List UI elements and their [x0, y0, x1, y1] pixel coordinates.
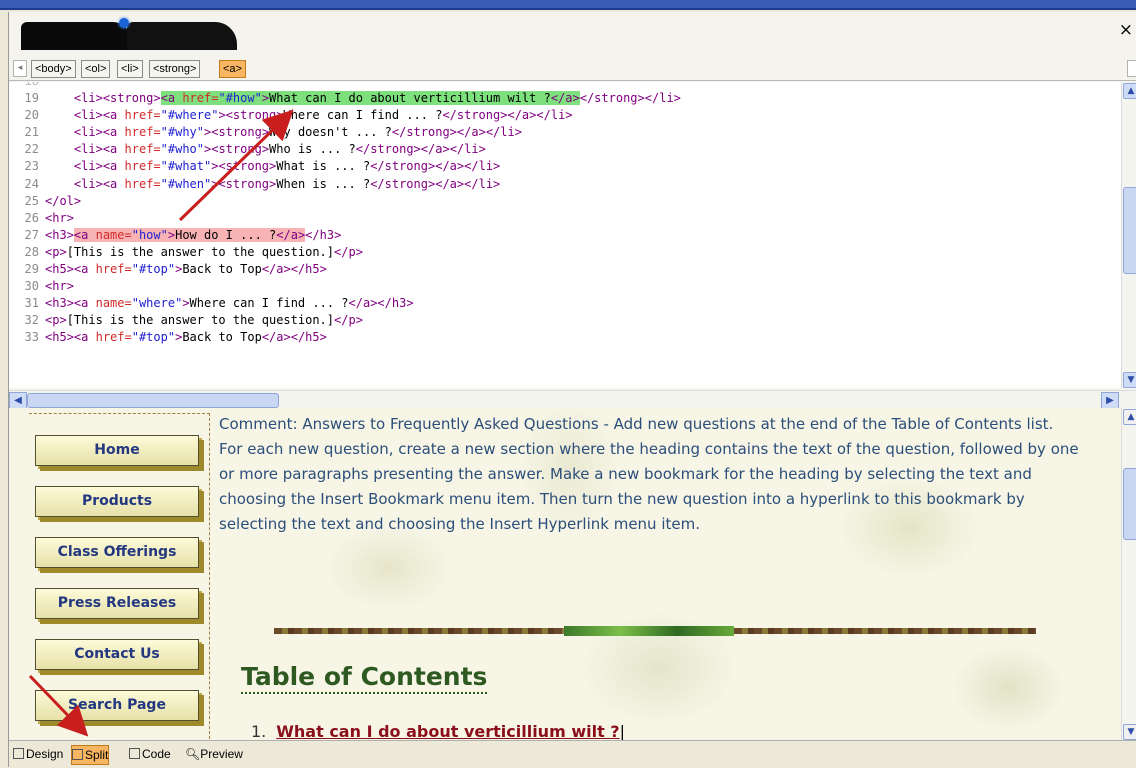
code-line[interactable]: 20 <li><a href="#where"><strong>Where ca…	[9, 107, 573, 124]
toc-item-number: 1.	[251, 722, 267, 740]
design-scroll-thumb[interactable]	[1123, 468, 1136, 540]
code-icon	[129, 748, 140, 759]
code-line[interactable]: 19 <li><strong><a href="#how">What can I…	[9, 90, 681, 107]
line-number: 26	[24, 210, 39, 225]
nav-button-home[interactable]: Home	[35, 435, 199, 466]
document-tab-2[interactable]	[127, 22, 237, 50]
nav-button-press-releases[interactable]: Press Releases	[35, 588, 199, 619]
horizontal-scroll-thumb[interactable]	[27, 393, 279, 408]
tag-ol[interactable]: <ol>	[81, 60, 111, 78]
toc-heading: Table of Contents	[241, 662, 488, 694]
line-number: 19	[24, 91, 39, 105]
design-view-tab[interactable]: Design	[13, 745, 63, 763]
tag-body[interactable]: <body>	[31, 60, 76, 78]
code-vertical-scrollbar[interactable]: ▲ ▼	[1121, 82, 1136, 388]
code-line[interactable]: 28 <p>[This is the answer to the question…	[9, 244, 363, 261]
preview-view-tab[interactable]: 🔍︎Preview	[185, 745, 243, 763]
code-view-tab[interactable]: Code	[129, 745, 171, 763]
code-line[interactable]: 32 <p>[This is the answer to the question…	[9, 312, 363, 329]
nav-button-contact-us[interactable]: Contact Us	[35, 639, 199, 670]
code-line[interactable]: 22 <li><a href="#who"><strong>Who is ...…	[9, 141, 486, 158]
code-line[interactable]: 29 <h5><a href="#top">Back to Top</a></h5…	[9, 261, 327, 278]
design-scroll-down-icon[interactable]: ▼	[1123, 724, 1136, 740]
design-icon	[13, 748, 24, 759]
line-number: 20	[24, 108, 39, 123]
code-line[interactable]: 27 <h3><a name="how">How do I ... ?</a></…	[9, 227, 341, 244]
nav-button-search-page[interactable]: Search Page	[35, 690, 199, 721]
line-number: 25	[24, 193, 39, 208]
decorative-divider	[274, 626, 1036, 636]
navigation-column: Home Products Class Offerings Press Rele…	[29, 413, 210, 740]
split-icon	[72, 749, 83, 760]
split-view-tab[interactable]: Split	[71, 745, 110, 765]
code-line[interactable]: 30 <hr>	[9, 278, 74, 295]
tag-a[interactable]: <a>	[219, 60, 246, 78]
tag-li[interactable]: <li>	[117, 60, 143, 78]
page-comment: Comment: Answers to Frequently Asked Que…	[219, 415, 1079, 533]
code-line[interactable]: 26 <hr>	[9, 210, 74, 227]
view-mode-bar: Design Split Code 🔍︎Preview	[9, 740, 1136, 768]
tag-strong[interactable]: <strong>	[149, 60, 201, 78]
tag-scroll-left-icon[interactable]: ◂	[13, 60, 27, 77]
design-scroll-up-icon[interactable]: ▲	[1123, 409, 1136, 425]
code-line[interactable]: 33 <h5><a href="#top">Back to Top</a></h5…	[9, 329, 327, 346]
line-number: 31	[24, 296, 39, 311]
scroll-down-icon[interactable]: ▼	[1123, 372, 1136, 388]
line-number: 27	[24, 227, 39, 242]
tag-scroll-right-icon[interactable]	[1127, 60, 1136, 77]
line-number: 21	[24, 125, 39, 140]
code-view[interactable]: 18 19 <li><strong><a href="#how">What ca…	[9, 82, 1121, 388]
document-tab-bar: ×	[9, 12, 1136, 52]
code-line[interactable]: 21 <li><a href="#why"><strong>Why doesn'…	[9, 124, 522, 141]
close-document-button[interactable]: ×	[1119, 20, 1133, 40]
preview-icon: 🔍︎	[185, 747, 201, 761]
nav-button-products[interactable]: Products	[35, 486, 199, 517]
line-number: 23	[24, 159, 39, 174]
scroll-up-icon[interactable]: ▲	[1123, 83, 1136, 99]
line-number: 32	[24, 313, 39, 328]
document-tab-1[interactable]	[21, 22, 131, 50]
code-line[interactable]: 25 </ol>	[9, 193, 82, 210]
window-top-strip	[0, 0, 1136, 10]
line-number: 24	[24, 176, 39, 191]
line-number: 28	[24, 244, 39, 259]
code-scroll-thumb[interactable]	[1123, 187, 1136, 274]
line-number: 29	[24, 262, 39, 276]
toc-list-item: 1. What can I do about verticillium wilt …	[251, 722, 625, 740]
design-view[interactable]: Home Products Class Offerings Press Rele…	[9, 408, 1121, 740]
design-vertical-scrollbar[interactable]: ▲ ▼	[1121, 408, 1136, 740]
code-line[interactable]: 23 <li><a href="#what"><strong>What is .…	[9, 158, 501, 175]
nav-button-class-offerings[interactable]: Class Offerings	[35, 537, 199, 568]
line-number: 30	[24, 279, 39, 294]
line-number: 33	[24, 330, 39, 345]
code-line[interactable]: 24 <li><a href="#when"><strong>When is .…	[9, 176, 501, 193]
quick-tag-selector: ◂ <body> <ol> <li> <strong> <a>	[9, 56, 1136, 81]
line-number: 22	[24, 142, 39, 157]
toc-item-link[interactable]: What can I do about verticillium wilt ?	[276, 722, 619, 740]
tab-indicator-icon	[119, 18, 129, 28]
code-line[interactable]: 31 <h3><a name="where">Where can I find .…	[9, 295, 414, 312]
code-horizontal-scrollbar[interactable]: ◀ ▶	[9, 390, 1136, 410]
editor-frame: × ◂ <body> <ol> <li> <strong> <a> 18 19 …	[8, 12, 1136, 768]
